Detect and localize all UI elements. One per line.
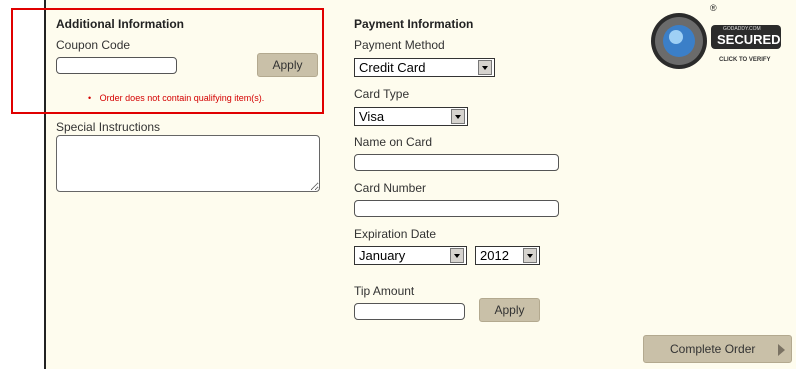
card-type-label: Card Type xyxy=(354,87,410,101)
tip-amount-label: Tip Amount xyxy=(354,284,415,298)
complete-order-label: Complete Order xyxy=(670,342,756,356)
payment-info-heading: Payment Information xyxy=(354,17,474,31)
payment-method-value: Credit Card xyxy=(359,60,426,75)
chevron-down-icon xyxy=(450,248,464,263)
name-on-card-label: Name on Card xyxy=(354,135,433,149)
payment-method-select[interactable]: Credit Card xyxy=(354,58,495,77)
expiration-date-label: Expiration Date xyxy=(354,227,437,241)
badge-verify-text: CLICK TO VERIFY xyxy=(719,57,771,63)
registered-mark: ® xyxy=(710,3,717,13)
tip-amount-input[interactable] xyxy=(354,303,465,320)
arrow-right-icon xyxy=(778,344,785,356)
chevron-down-icon xyxy=(478,60,492,75)
complete-order-button[interactable]: Complete Order xyxy=(643,335,792,363)
card-number-label: Card Number xyxy=(354,181,427,195)
name-on-card-input[interactable] xyxy=(354,154,559,171)
badge-secured-text: SECURED xyxy=(717,32,781,47)
expiration-year-value: 2012 xyxy=(480,248,509,263)
expiration-month-select[interactable]: January xyxy=(354,246,467,265)
coupon-highlight-box xyxy=(11,8,324,114)
expiration-month-value: January xyxy=(359,248,406,263)
tip-apply-button[interactable]: Apply xyxy=(479,298,540,322)
expiration-year-select[interactable]: 2012 xyxy=(475,246,540,265)
chevron-down-icon xyxy=(451,109,465,124)
card-type-value: Visa xyxy=(359,109,385,124)
special-instructions-label: Special Instructions xyxy=(56,120,161,134)
chevron-down-icon xyxy=(523,248,537,263)
card-number-input[interactable] xyxy=(354,200,559,217)
payment-method-label: Payment Method xyxy=(354,38,445,52)
card-type-select[interactable]: Visa xyxy=(354,107,468,126)
special-instructions-textarea[interactable] xyxy=(56,135,320,192)
godaddy-secured-badge[interactable]: ® GODADDY.COM SECURED CLICK TO VERIFY xyxy=(649,3,782,71)
